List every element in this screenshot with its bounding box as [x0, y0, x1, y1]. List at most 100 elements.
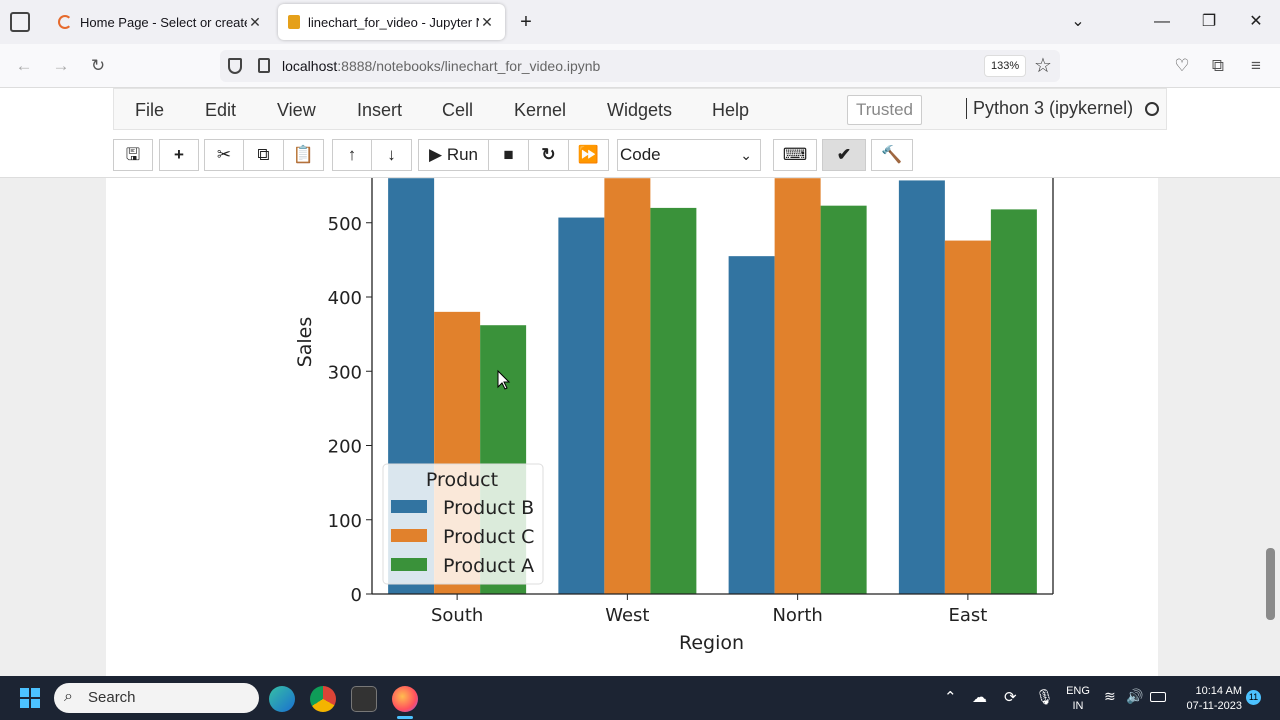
battery-icon[interactable] [1150, 692, 1166, 702]
x-axis-title: Region [679, 632, 744, 654]
menu-help[interactable]: Help [712, 100, 749, 121]
cut-icon[interactable]: ✂ [204, 139, 244, 171]
menu-edit[interactable]: Edit [205, 100, 236, 121]
url-text[interactable]: localhost:8888/notebooks/linechart_for_v… [282, 58, 600, 74]
menu-icon[interactable]: ≡ [1244, 54, 1268, 78]
volume-icon[interactable]: 🔊 [1126, 688, 1143, 705]
close-window-icon[interactable]: ✕ [1244, 10, 1268, 34]
tab-title: linechart_for_video - Jupyter No [308, 14, 479, 30]
bar-product-c-west [604, 178, 651, 594]
x-tick-label: West [605, 605, 649, 626]
arrow-up-icon[interactable]: ↑ [332, 139, 372, 171]
bar-product-a-west [650, 207, 697, 594]
search-icon: ⌕ [64, 688, 73, 705]
paste-icon[interactable]: 📋 [284, 139, 324, 171]
navigation-bar: ← → ↻ localhost:8888/notebooks/linechart… [0, 44, 1280, 88]
legend-swatch [391, 500, 427, 513]
play-icon: ▶ [429, 145, 443, 164]
restart-icon[interactable]: ↻ [529, 139, 569, 171]
chevron-up-icon[interactable]: ⌃ [944, 688, 957, 706]
browser-tab-strip: Home Page - Select or create a ✕ linecha… [0, 0, 1280, 44]
keyboard-icon[interactable]: ⌨ [773, 139, 817, 171]
move-group: ↑ ↓ [332, 139, 412, 171]
y-tick-label: 0 [351, 585, 362, 606]
wifi-icon[interactable]: ≋ [1104, 688, 1116, 705]
arrow-down-icon[interactable]: ↓ [372, 139, 412, 171]
language-bottom: IN [1072, 700, 1084, 712]
trusted-indicator[interactable]: Trusted [847, 95, 923, 125]
close-icon[interactable]: ✕ [479, 14, 495, 31]
notebook-icon [288, 15, 300, 29]
save-group: 🖫 [113, 139, 153, 171]
back-icon[interactable]: ← [12, 54, 36, 78]
tab-home-page[interactable]: Home Page - Select or create a ✕ [48, 4, 273, 40]
fast-forward-icon[interactable]: ⏩ [569, 139, 609, 171]
bar-product-c-north [774, 178, 821, 594]
y-tick-label: 400 [328, 288, 362, 309]
run-label: Run [446, 145, 478, 164]
menu-insert[interactable]: Insert [357, 100, 402, 121]
chevron-down-icon[interactable]: ⌄ [1066, 10, 1090, 34]
chevron-down-icon: ⌄ [740, 147, 752, 163]
insert-cell-icon[interactable]: + [159, 139, 199, 171]
windows-start-icon[interactable] [20, 688, 40, 708]
run-group: ▶ Run ■ ↻ ⏩ [418, 139, 609, 171]
star-icon[interactable]: ☆ [1034, 53, 1052, 78]
search-label: Search [88, 689, 136, 706]
chrome-icon[interactable] [310, 686, 336, 712]
cloud-icon[interactable]: ☁ [972, 688, 987, 706]
kernel-status-icon [1145, 102, 1159, 116]
reload-icon[interactable]: ↻ [86, 54, 110, 78]
tab-notebook[interactable]: linechart_for_video - Jupyter No ✕ [278, 4, 505, 40]
close-icon[interactable]: ✕ [247, 14, 263, 31]
menu-kernel[interactable]: Kernel [514, 100, 566, 121]
copy-icon[interactable]: ⧉ [244, 139, 284, 171]
run-button[interactable]: ▶ Run [418, 139, 489, 171]
taskbar-search[interactable]: ⌕ Search [54, 683, 259, 713]
zoom-level[interactable]: 133% [984, 55, 1027, 77]
keyboard-group: ⌨ [773, 139, 817, 171]
plus-icon[interactable]: + [514, 10, 538, 34]
stop-icon[interactable]: ■ [489, 139, 529, 171]
restore-icon[interactable]: ❐ [1197, 10, 1221, 34]
cell-type-select[interactable]: Code ⌄ [617, 139, 761, 171]
extensions-icon[interactable]: ⧉ [1206, 54, 1230, 78]
menu-view[interactable]: View [277, 100, 316, 121]
bar-product-b-north [728, 256, 775, 594]
menu-widgets[interactable]: Widgets [607, 100, 672, 121]
hammer-icon[interactable]: 🔨 [871, 139, 913, 171]
jupyter-header: File Edit View Insert Cell Kernel Widget… [0, 88, 1280, 178]
pocket-icon[interactable]: ♡ [1170, 54, 1194, 78]
y-tick-label: 300 [328, 362, 362, 383]
y-axis-title: Sales [294, 317, 316, 368]
tab-title: Home Page - Select or create a [80, 14, 247, 30]
shield-icon[interactable] [228, 58, 242, 74]
spinner-icon [58, 15, 72, 29]
clock[interactable]: 10:14 AM 07-11-2023 [1178, 684, 1242, 714]
url-bar[interactable]: localhost:8888/notebooks/linechart_for_v… [220, 50, 1060, 82]
tab-list-icon[interactable] [10, 12, 30, 32]
scrollbar-thumb[interactable] [1266, 548, 1275, 620]
bar-product-b-east [898, 180, 945, 594]
terminal-icon[interactable] [351, 686, 377, 712]
legend-swatch [391, 558, 427, 571]
y-tick-label: 100 [328, 511, 362, 532]
kernel-name[interactable]: Python 3 (ipykernel) [966, 98, 1133, 119]
date: 07-11-2023 [1186, 700, 1242, 712]
edge-icon[interactable] [269, 686, 295, 712]
language-indicator[interactable]: ENG IN [1064, 684, 1092, 714]
language-top: ENG [1066, 685, 1090, 697]
time: 10:14 AM [1195, 685, 1242, 697]
firefox-icon[interactable] [392, 686, 418, 712]
forward-icon[interactable]: → [49, 54, 73, 78]
windows-taskbar: ⌕ Search ⌃ ☁ ⟳ 🎙 ENG IN ≋ 🔊 10:14 AM 07-… [0, 676, 1280, 720]
sync-icon[interactable]: ⟳ [1004, 688, 1017, 706]
spellcheck-icon[interactable]: ✔ [822, 139, 866, 171]
menu-cell[interactable]: Cell [442, 100, 473, 121]
microphone-icon[interactable]: 🎙 [1035, 688, 1054, 706]
menu-file[interactable]: File [135, 100, 164, 121]
notification-badge[interactable]: 11 [1246, 690, 1261, 705]
active-app-indicator [397, 716, 413, 719]
minimize-icon[interactable]: — [1150, 10, 1174, 34]
save-icon[interactable]: 🖫 [113, 139, 153, 171]
